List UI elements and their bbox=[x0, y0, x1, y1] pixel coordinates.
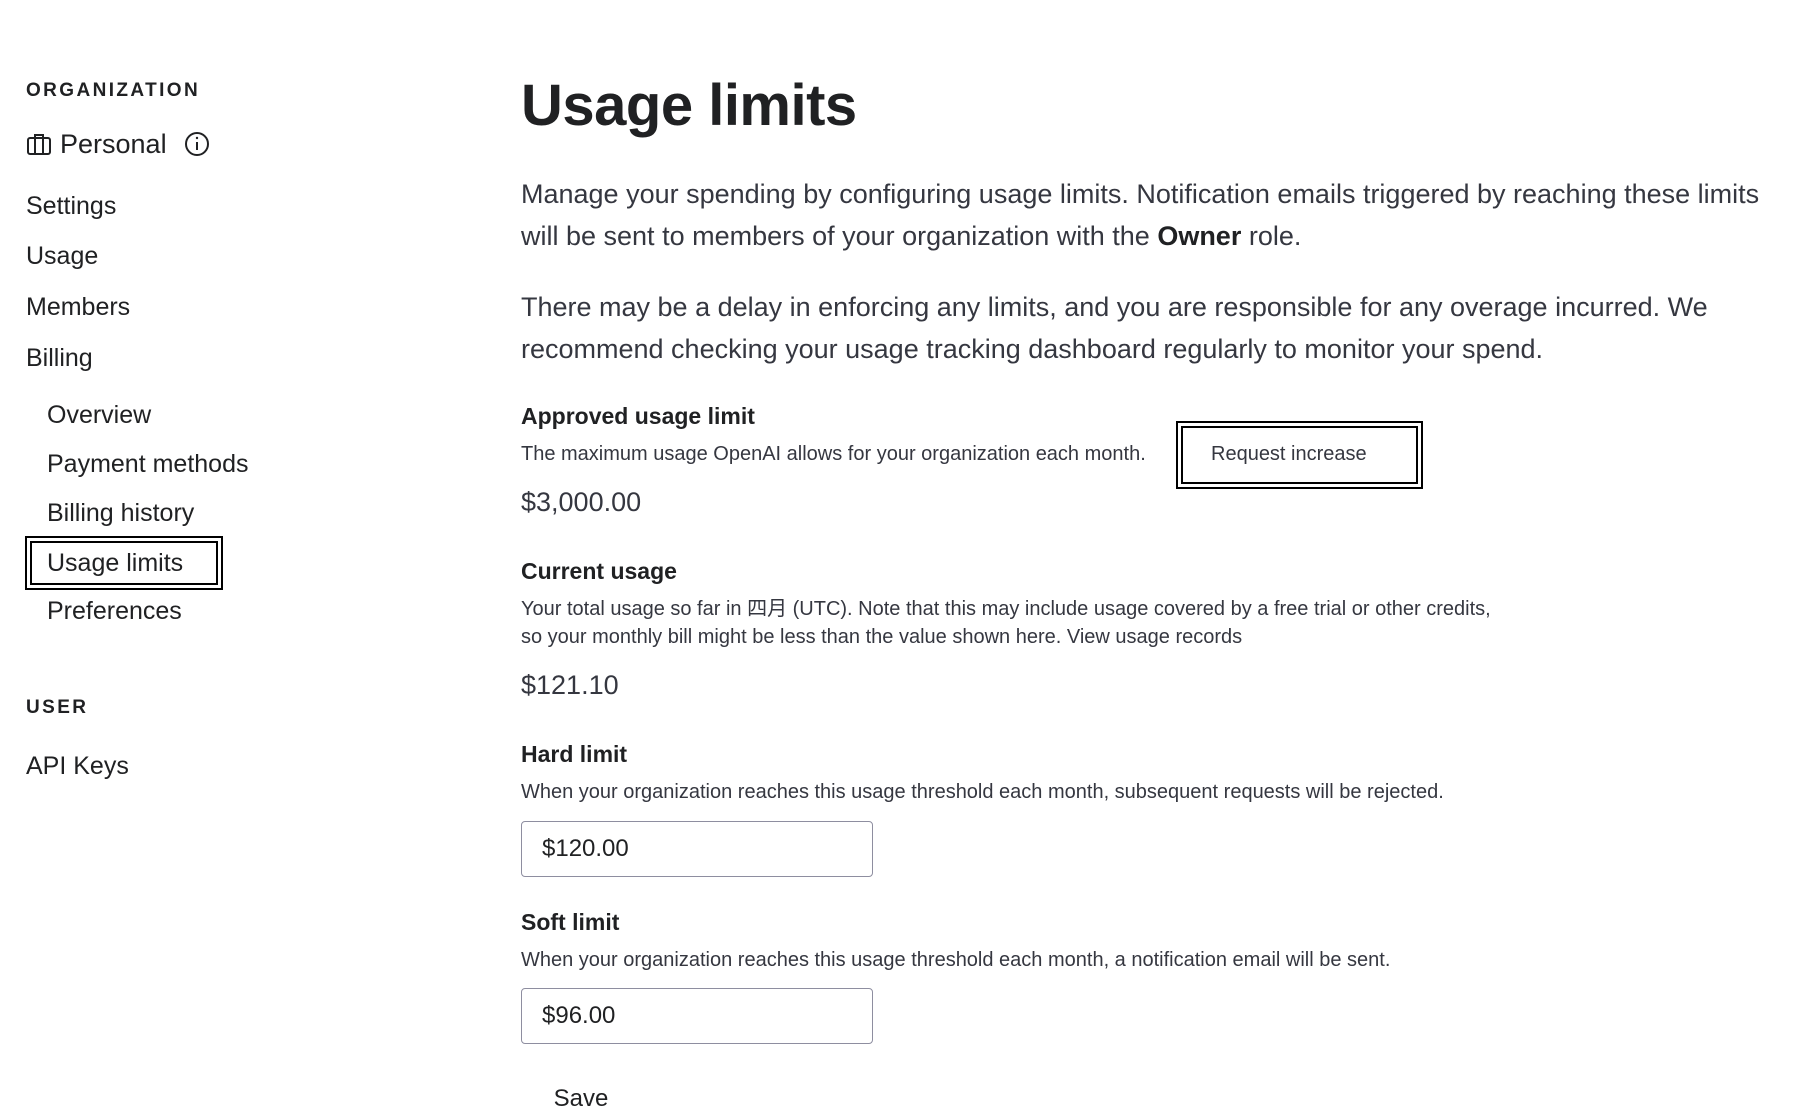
briefcase-icon bbox=[26, 131, 52, 157]
approved-limit-heading: Approved usage limit bbox=[521, 403, 755, 429]
sidebar-item-preferences[interactable]: Preferences bbox=[47, 594, 182, 628]
sidebar-item-usage[interactable]: Usage bbox=[26, 239, 98, 273]
info-icon[interactable] bbox=[183, 130, 211, 158]
sidebar-item-api-keys[interactable]: API Keys bbox=[26, 749, 129, 783]
current-usage-value: $121.10 bbox=[521, 670, 619, 700]
request-increase-link[interactable]: Request increase bbox=[1211, 440, 1367, 468]
intro-paragraph-2: There may be a delay in enforcing any li… bbox=[521, 292, 1708, 364]
sidebar: ORGANIZATION Personal Settings Usage Mem… bbox=[0, 0, 470, 1118]
sidebar-item-payment-methods[interactable]: Payment methods bbox=[47, 447, 249, 481]
current-usage-heading: Current usage bbox=[521, 558, 677, 584]
hard-limit-heading: Hard limit bbox=[521, 741, 628, 767]
sidebar-item-billing[interactable]: Billing bbox=[26, 341, 93, 375]
soft-limit-desc: When your organization reaches this usag… bbox=[521, 949, 1391, 971]
hard-limit-input[interactable] bbox=[521, 821, 873, 877]
soft-limit-heading: Soft limit bbox=[521, 909, 620, 935]
approved-limit-value: $3,000.00 bbox=[521, 487, 642, 517]
owner-role: Owner bbox=[1157, 221, 1242, 251]
org-name: Personal bbox=[60, 128, 167, 159]
page-title: Usage limits bbox=[521, 73, 857, 138]
sidebar-item-billing-history[interactable]: Billing history bbox=[47, 496, 194, 530]
main-content: Usage limits Manage your spending by con… bbox=[521, 0, 1797, 1118]
user-heading: USER bbox=[26, 697, 89, 718]
sidebar-item-settings[interactable]: Settings bbox=[26, 189, 116, 223]
current-usage-desc-line2[interactable]: so your monthly bill might be less than … bbox=[521, 623, 1242, 651]
sidebar-item-members[interactable]: Members bbox=[26, 290, 130, 324]
intro-paragraph-1: Manage your spending by configuring usag… bbox=[521, 179, 1760, 251]
organization-heading: ORGANIZATION bbox=[26, 80, 201, 101]
sidebar-item-overview[interactable]: Overview bbox=[47, 398, 151, 432]
hard-limit-desc: When your organization reaches this usag… bbox=[521, 781, 1444, 803]
sidebar-item-usage-limits[interactable]: Usage limits bbox=[25, 536, 223, 590]
current-usage-desc-line1: Your total usage so far in 四月 (UTC). Not… bbox=[521, 598, 1491, 620]
approved-limit-desc: The maximum usage OpenAI allows for your… bbox=[521, 443, 1146, 465]
save-button[interactable]: Save bbox=[521, 1080, 641, 1118]
soft-limit-input[interactable] bbox=[521, 988, 873, 1044]
org-selector[interactable]: Personal bbox=[26, 126, 211, 162]
